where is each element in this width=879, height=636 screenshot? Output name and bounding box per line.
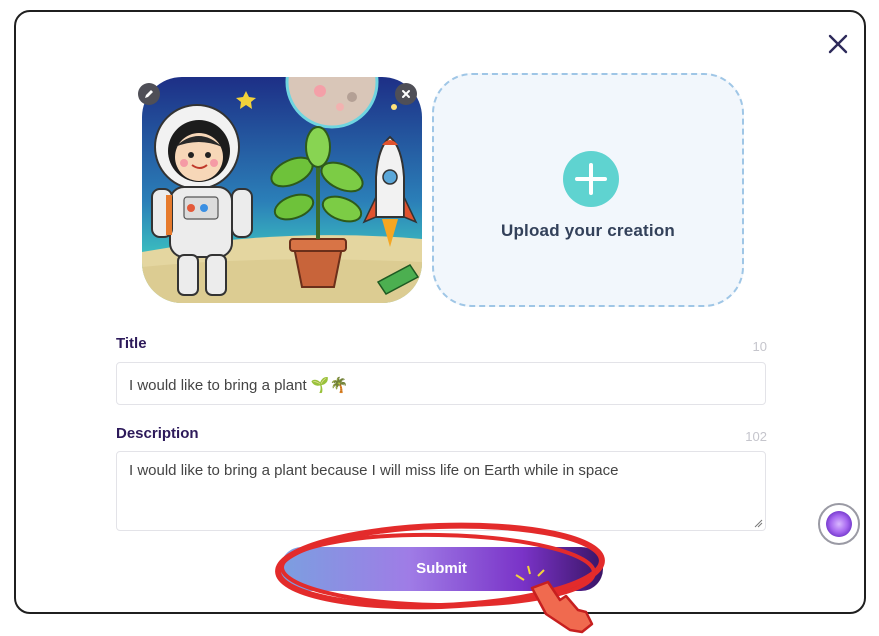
resize-handle-icon[interactable] [753, 518, 763, 528]
title-label: Title [116, 335, 147, 352]
plus-icon [563, 151, 619, 207]
remove-icon [402, 90, 410, 98]
close-icon [828, 34, 848, 54]
upload-dropzone[interactable]: Upload your creation [432, 73, 744, 307]
submit-button[interactable]: Submit [280, 547, 603, 591]
description-char-counter: 102 [745, 429, 767, 444]
title-char-counter: 10 [752, 339, 767, 354]
description-textarea[interactable]: I would like to bring a plant because I … [116, 451, 766, 531]
edit-image-button[interactable] [138, 83, 160, 105]
title-input[interactable]: I would like to bring a plant 🌱🌴 [116, 362, 766, 405]
pencil-icon [145, 90, 153, 98]
close-button[interactable] [822, 28, 854, 60]
uploaded-artwork-image [142, 77, 422, 303]
upload-label: Upload your creation [500, 221, 676, 240]
title-input-value: I would like to bring a plant 🌱🌴 [129, 377, 349, 394]
chat-assistant-button[interactable] [818, 503, 860, 545]
description-textarea-value: I would like to bring a plant because I … [129, 462, 619, 479]
description-label: Description [116, 425, 199, 442]
chat-assistant-icon [826, 511, 852, 537]
remove-image-button[interactable] [395, 83, 417, 105]
